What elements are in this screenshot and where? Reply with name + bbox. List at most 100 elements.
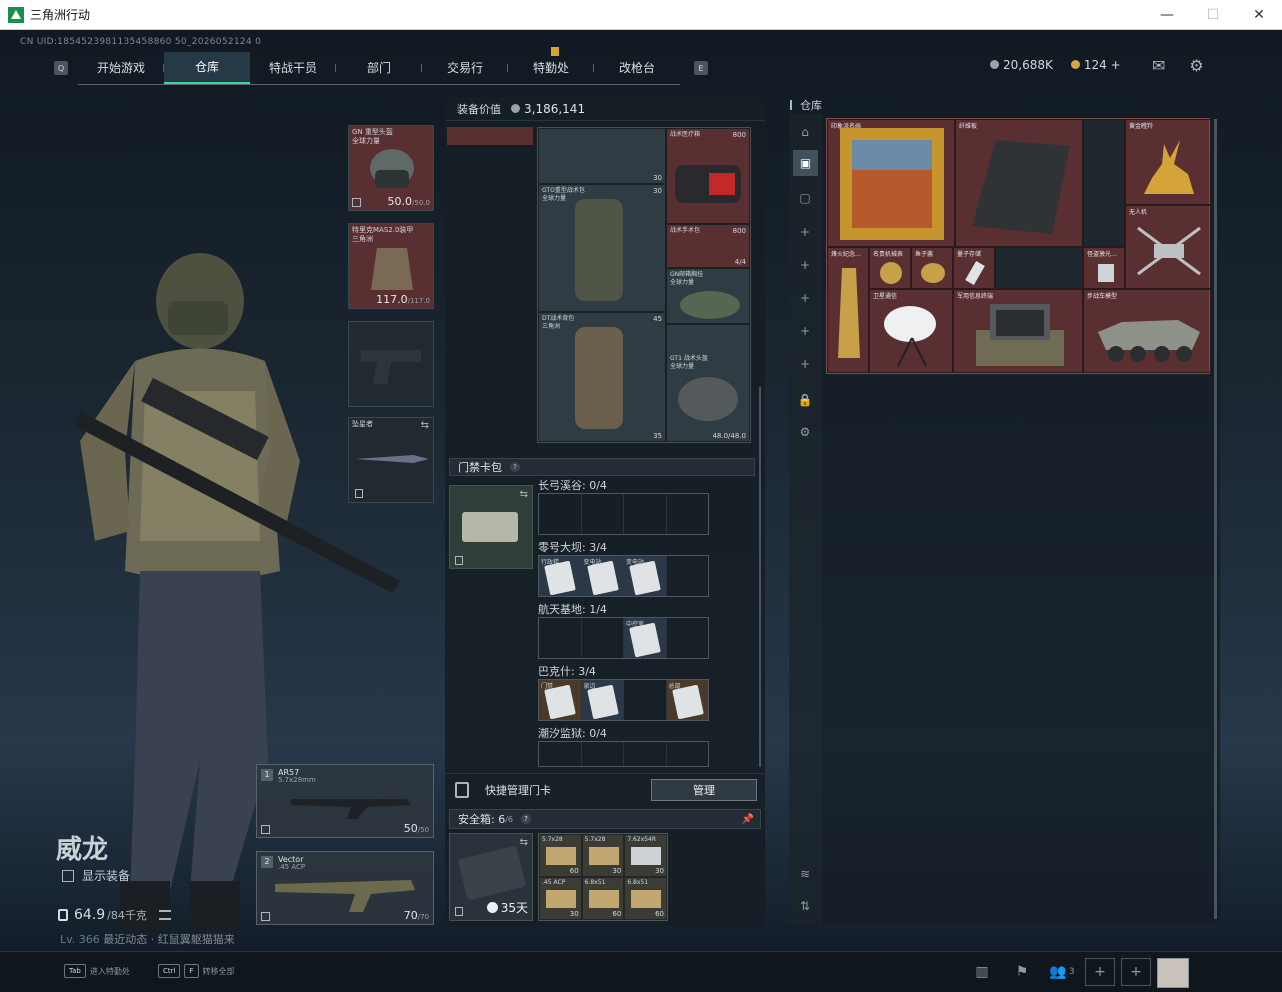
ammo-box[interactable]: 5.7x28 30 — [581, 834, 625, 877]
keycard-slots[interactable] — [538, 741, 709, 767]
warehouse-item[interactable]: 无人机 — [1125, 205, 1211, 289]
friends-icon[interactable]: 👥 3 — [1045, 958, 1079, 986]
tab-operators[interactable]: 特战干员 — [250, 52, 336, 84]
hint-transfer-all[interactable]: Ctrl F 转移全部 — [158, 964, 235, 978]
backpack-item[interactable]: 战术医疗箱 800 — [666, 128, 750, 224]
safebox-grid: 5.7x28 60 5.7x28 30 7.62x54R 30 .45 ACP 30 6… — [538, 833, 668, 921]
helmet-slot[interactable]: GN 重型头盔 全球力量 50.0/50.0 — [348, 125, 434, 211]
keycard[interactable]: 行政楼 — [539, 556, 582, 596]
sort-icon[interactable]: ⇅ — [797, 898, 813, 914]
ammo-box[interactable]: 6.8x51 60 — [624, 877, 667, 920]
backpack-item[interactable]: GT1 战术头盔 全球力量20 48.0/48.0 — [666, 324, 750, 442]
keycard[interactable]: 变电站 — [624, 556, 667, 596]
help-icon[interactable]: ? — [510, 462, 520, 472]
ammo-box[interactable]: 7.62x54R 30 — [624, 834, 667, 877]
primary-weapon-slot[interactable]: 1 AR57 5.7x28mm 50/50 — [256, 764, 434, 838]
maximize-button[interactable]: ☐ — [1190, 0, 1236, 30]
keycard[interactable]: 泉边 — [581, 680, 624, 720]
loadout-panel: 装备价值 3,186,141 30 战术医疗箱 800 GTO重型战术包 全球力量… — [445, 97, 765, 925]
manage-button[interactable]: 管理 — [651, 779, 757, 801]
melee-slot[interactable]: 坠星者 ⇆ — [348, 417, 434, 503]
map-label: 航天基地: 1/4 — [538, 603, 607, 616]
secondary-weapon-slot[interactable]: 2 Vector .45 ACP 70/70 — [256, 851, 434, 925]
add-slot-button[interactable]: + — [1085, 958, 1115, 986]
keycard[interactable]: 门禁 — [539, 680, 582, 720]
lock-icon[interactable]: 🔒 — [797, 392, 813, 408]
backpack-item[interactable]: DT战术背包 三角洲 45 35 — [538, 312, 666, 442]
add-page-icon[interactable]: + — [797, 323, 813, 339]
tab-department[interactable]: 部门 — [336, 52, 422, 84]
helmet-icon — [370, 149, 414, 188]
nav-next-key[interactable]: E — [694, 61, 708, 75]
settings-gear-icon[interactable]: ⚙ — [1189, 56, 1203, 75]
warehouse-item[interactable]: 鱼子酱 — [911, 247, 953, 289]
swap-icon[interactable]: ⇆ — [421, 420, 429, 431]
ammo-box[interactable]: 6.8x51 60 — [581, 877, 625, 920]
keycard[interactable]: 中控室 — [624, 618, 667, 658]
keycard-slots[interactable]: 中控室 — [538, 617, 709, 659]
pin-icon[interactable]: 📌 — [742, 814, 754, 825]
add-slot-button[interactable]: + — [1121, 958, 1151, 986]
warehouse-item[interactable]: 印象派名画 — [827, 119, 955, 247]
minimize-button[interactable]: — — [1144, 0, 1190, 30]
help-icon[interactable]: ? — [521, 814, 532, 824]
ammo-box[interactable]: .45 ACP 30 — [539, 877, 582, 920]
backpack-item[interactable]: GN邮箱胸挂 全球力量 — [666, 268, 750, 324]
layers-icon[interactable]: ≋ — [797, 866, 813, 882]
warehouse-item[interactable]: 军用信息终端 — [953, 289, 1083, 373]
warehouse-page-icon[interactable]: ▢ — [797, 190, 813, 206]
player-avatar[interactable] — [1157, 958, 1189, 988]
scrollbar[interactable] — [759, 387, 761, 767]
keycard-slots[interactable]: 门禁 泉边 总部 — [538, 679, 709, 721]
silver-balance[interactable]: 20,688K — [990, 58, 1053, 72]
keycard-slots[interactable] — [538, 493, 709, 535]
hint-special-ops[interactable]: Tab 进入特勤处 — [64, 964, 130, 978]
tab-gunsmith[interactable]: 改枪台 — [594, 52, 680, 84]
add-page-icon[interactable]: + — [797, 224, 813, 240]
show-gear-toggle[interactable]: 显示装备 — [62, 867, 130, 884]
warehouse-item[interactable]: 名贵机械表 — [869, 247, 911, 289]
close-button[interactable]: ✕ — [1236, 0, 1282, 30]
warehouse-page-4-icon[interactable]: ▣ — [793, 150, 818, 176]
ammo-box[interactable]: 5.7x28 60 — [539, 834, 582, 877]
weight-details-icon[interactable] — [158, 910, 171, 920]
pistol-slot[interactable] — [348, 321, 434, 407]
nav-prev-key[interactable]: Q — [54, 61, 68, 75]
backpack-item[interactable]: 30 — [538, 128, 666, 184]
tab-trading[interactable]: 交易行 — [422, 52, 508, 84]
keycard[interactable]: 变电站 — [581, 556, 624, 596]
show-gear-checkbox[interactable] — [62, 869, 74, 882]
game-screen: CN UID:1854523981135458860 50_2026052124… — [0, 31, 1282, 992]
add-page-icon[interactable]: + — [797, 257, 813, 273]
warehouse-item[interactable]: 卫星通信 — [869, 289, 953, 373]
gold-balance[interactable]: 124 + — [1070, 58, 1121, 72]
warehouse-item[interactable]: 烽火纪念… — [827, 247, 869, 373]
keycard-case-slot[interactable]: ⇆ — [449, 485, 533, 569]
swap-icon[interactable]: ⇆ — [520, 489, 528, 500]
backpack-item[interactable]: 战术手术包 4/4 800 — [666, 224, 750, 268]
warehouse-item[interactable]: 量子存储 — [953, 247, 995, 289]
warehouse-item[interactable]: 步战车模型 — [1083, 289, 1211, 373]
warehouse-home-icon[interactable]: ⌂ — [797, 124, 813, 140]
flag-icon[interactable]: ⚑ — [1005, 958, 1039, 986]
keycard[interactable]: 总部 — [666, 680, 708, 720]
tab-special-ops[interactable]: 特勤处 — [508, 46, 594, 84]
mail-icon[interactable]: ✉ — [1152, 56, 1165, 75]
armor-slot[interactable]: 特里克MAS2.0装甲 三角洲 117.0/117.0 — [348, 223, 434, 309]
add-page-icon[interactable]: + — [797, 356, 813, 372]
warehouse-item[interactable]: 纤维板 — [955, 119, 1083, 247]
settings-gear-icon[interactable]: ⚙ — [797, 424, 813, 440]
backpack-item[interactable]: GTO重型战术包 全球力量 30 — [538, 184, 666, 312]
safebox-slot[interactable]: ⇆ 35天 — [449, 833, 533, 921]
bottom-bar: Tab 进入特勤处 Ctrl F 转移全部 ▥ ⚑ 👥 3 + + — [0, 951, 1282, 992]
warehouse-scrollbar[interactable] — [1214, 119, 1217, 919]
tab-warehouse[interactable]: 仓库 — [164, 51, 250, 84]
warehouse-item[interactable]: 黄金瞪羚 — [1125, 119, 1211, 205]
stats-chart-icon[interactable]: ▥ — [965, 958, 999, 986]
keycard-slots[interactable]: 行政楼 变电站 变电站 — [538, 555, 709, 597]
add-page-icon[interactable]: + — [797, 290, 813, 306]
tab-start-game[interactable]: 开始游戏 — [78, 52, 164, 84]
warehouse-item[interactable]: 怪盗激光… — [1083, 247, 1125, 289]
swap-icon[interactable]: ⇆ — [520, 837, 528, 848]
hidden-item-slot[interactable] — [447, 127, 533, 145]
